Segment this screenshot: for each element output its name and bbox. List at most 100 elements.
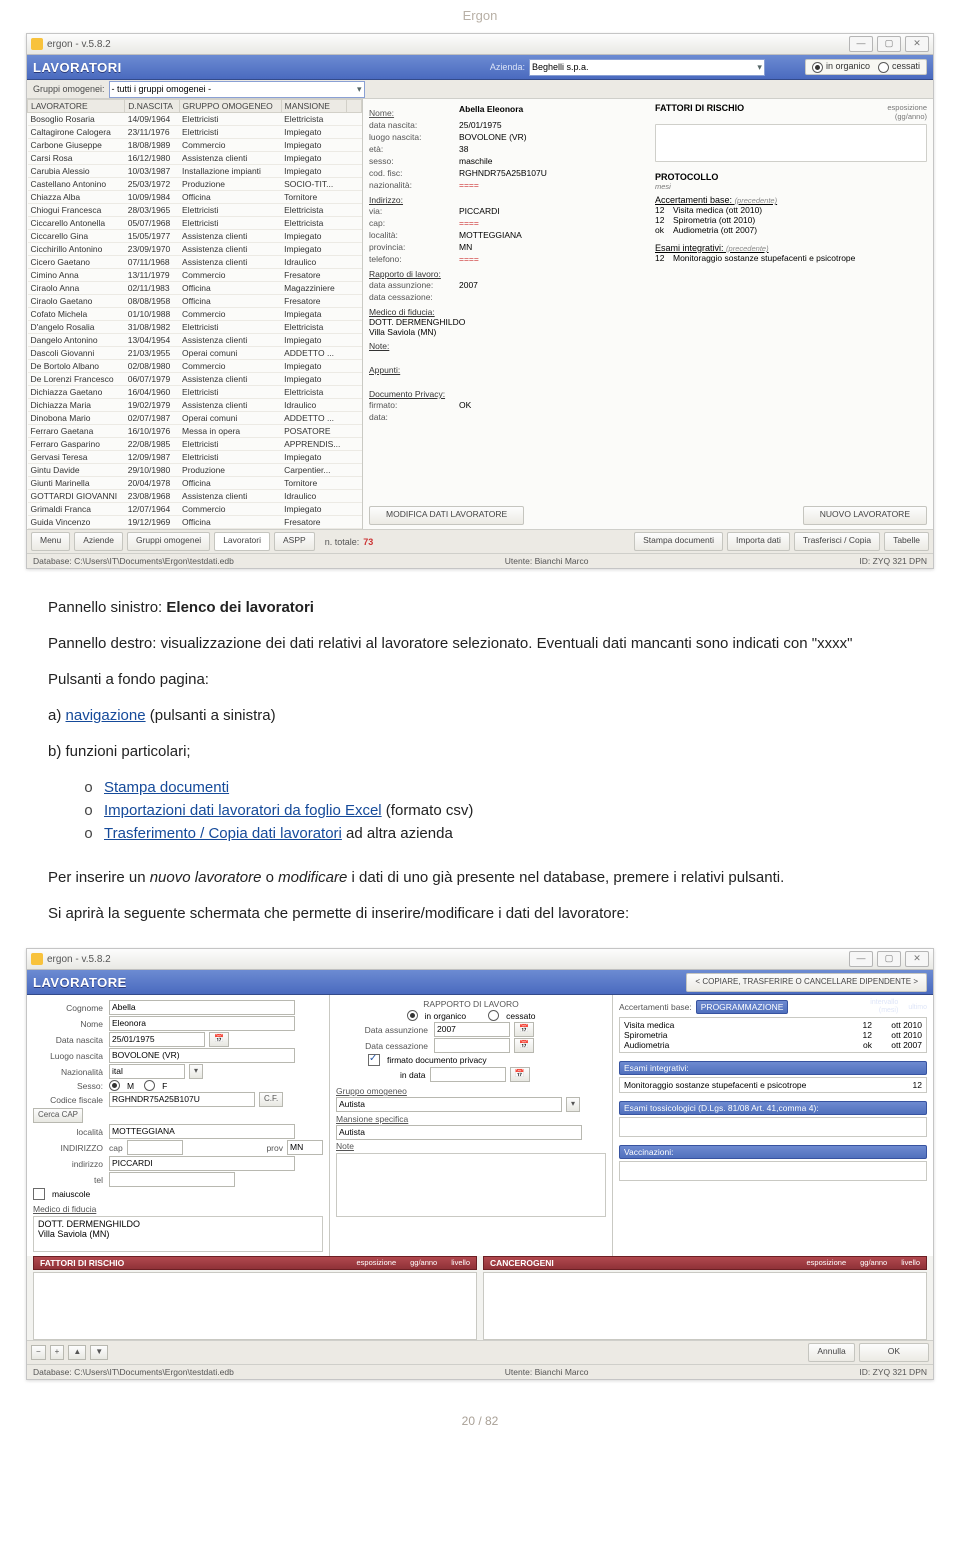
privacy-checkbox[interactable] — [368, 1054, 380, 1066]
calendar-icon[interactable]: 📅 — [510, 1067, 530, 1082]
list-add-icon[interactable]: + — [50, 1345, 65, 1360]
luogo-nascita-input[interactable]: BOVOLONE (VR) — [109, 1048, 295, 1063]
table-row[interactable]: Dangelo Antonino13/04/1954Assistenza cli… — [28, 334, 362, 347]
close-icon[interactable]: ✕ — [905, 36, 929, 52]
nuovo-button[interactable]: NUOVO LAVORATORE — [803, 506, 927, 525]
chevron-down-icon[interactable]: ▾ — [566, 1097, 580, 1112]
azienda-combo[interactable]: Beghelli s.p.a. ▾ — [529, 59, 765, 76]
minimize-icon[interactable]: — — [849, 951, 873, 967]
minimize-icon[interactable]: — — [849, 36, 873, 52]
table-row[interactable]: Dichiazza Maria19/02/1979Assistenza clie… — [28, 399, 362, 412]
table-header[interactable]: MANSIONE — [281, 100, 346, 113]
table-row[interactable]: Dascoli Giovanni21/03/1955Operai comuniA… — [28, 347, 362, 360]
programmazione-button[interactable]: PROGRAMMAZIONE — [696, 1000, 789, 1014]
radio-in-organico[interactable] — [812, 62, 823, 73]
link-importazioni[interactable]: Importazioni dati lavoratori da foglio E… — [104, 802, 382, 819]
table-row[interactable]: Gintu Davide29/10/1980ProduzioneCarpenti… — [28, 464, 362, 477]
maximize-icon[interactable]: ▢ — [877, 36, 901, 52]
table-row[interactable]: Carbone Giuseppe18/08/1989CommercioImpie… — [28, 139, 362, 152]
table-row[interactable]: Cimino Anna13/11/1979CommercioFresatore — [28, 269, 362, 282]
nazionalita-input[interactable]: ital — [109, 1064, 185, 1079]
data-cessazione-input[interactable] — [434, 1038, 510, 1053]
cf-button[interactable]: C.F. — [259, 1092, 283, 1107]
list-up-icon[interactable]: ▲ — [68, 1345, 86, 1360]
table-row[interactable]: Ciccarello Antonella05/07/1968Elettricis… — [28, 217, 362, 230]
table-row[interactable]: Carubia Alessio10/03/1987Installazione i… — [28, 165, 362, 178]
medico-box[interactable]: DOTT. DERMENGHILDO Villa Saviola (MN) — [33, 1216, 323, 1252]
lavoratori-button[interactable]: Lavoratori — [214, 532, 270, 551]
table-row[interactable]: Ferraro Gasparino22/08/1985ElettricistiA… — [28, 438, 362, 451]
ok-button[interactable]: OK — [859, 1343, 929, 1362]
indirizzo-input[interactable]: PICCARDI — [109, 1156, 295, 1171]
list-remove-icon[interactable]: − — [31, 1345, 46, 1360]
table-row[interactable]: Caltagirone Calogera23/11/1976Elettricis… — [28, 126, 362, 139]
table-row[interactable]: Chiogui Francesca28/03/1965ElettricistiE… — [28, 204, 362, 217]
link-stampa-documenti[interactable]: Stampa documenti — [104, 779, 229, 796]
data-assunzione-input[interactable]: 2007 — [434, 1022, 510, 1037]
table-row[interactable]: Dichiazza Gaetano16/04/1960ElettricistiE… — [28, 386, 362, 399]
cap-input[interactable] — [127, 1140, 183, 1155]
gruppo-combo[interactable]: Autista — [336, 1097, 562, 1112]
mansione-input[interactable]: Autista — [336, 1125, 582, 1140]
table-row[interactable]: Cicero Gaetano07/11/1968Assistenza clien… — [28, 256, 362, 269]
importa-button[interactable]: Importa dati — [727, 532, 790, 551]
close-icon[interactable]: ✕ — [905, 951, 929, 967]
link-navigazione[interactable]: navigazione — [66, 707, 146, 724]
copy-transfer-button[interactable]: < COPIARE, TRASFERIRE O CANCELLARE DIPEN… — [686, 973, 927, 992]
localita-input[interactable]: MOTTEGGIANA — [109, 1124, 295, 1139]
table-row[interactable]: Gervasi Teresa12/09/1987ElettricistiImpi… — [28, 451, 362, 464]
stampa-button[interactable]: Stampa documenti — [634, 532, 723, 551]
table-row[interactable]: De Lorenzi Francesco06/07/1979Assistenza… — [28, 373, 362, 386]
table-row[interactable]: De Bortolo Albano02/08/1980CommercioImpi… — [28, 360, 362, 373]
table-row[interactable]: Ciccarello Gina15/05/1977Assistenza clie… — [28, 230, 362, 243]
table-row[interactable]: Castellano Antonino25/03/1972ProduzioneS… — [28, 178, 362, 191]
table-row[interactable]: Guida Vincenzo19/12/1969OfficinaFresator… — [28, 516, 362, 529]
data-nascita-input[interactable]: 25/01/1975 — [109, 1032, 205, 1047]
table-row[interactable]: Cofato Michela01/10/1988CommercioImpiega… — [28, 308, 362, 321]
organico-radio-group[interactable]: in organico cessati — [805, 59, 927, 74]
cancerogeni-list[interactable] — [483, 1272, 927, 1340]
privacy-date-input[interactable] — [430, 1067, 506, 1082]
table-row[interactable]: Ciraolo Gaetano08/08/1958OfficinaFresato… — [28, 295, 362, 308]
table-row[interactable]: Ciraolo Anna02/11/1983OfficinaMagazzinie… — [28, 282, 362, 295]
calendar-icon[interactable]: 📅 — [514, 1038, 534, 1053]
sex-m-radio[interactable] — [109, 1080, 120, 1091]
nome-input[interactable]: Eleonora — [109, 1016, 295, 1031]
table-row[interactable]: Grimaldi Franca12/07/1964CommercioImpieg… — [28, 503, 362, 516]
maximize-icon[interactable]: ▢ — [877, 951, 901, 967]
sex-f-radio[interactable] — [144, 1080, 155, 1091]
table-header[interactable]: GRUPPO OMOGENEO — [179, 100, 281, 113]
menu-button[interactable]: Menu — [31, 532, 70, 551]
table-row[interactable]: Cicchirillo Antonino23/09/1970Assistenza… — [28, 243, 362, 256]
prov-input[interactable]: MN — [287, 1140, 323, 1155]
note-textarea[interactable] — [336, 1153, 606, 1217]
table-header[interactable]: D.NASCITA — [125, 100, 179, 113]
table-row[interactable]: Giunti Marinella20/04/1978OfficinaTornit… — [28, 477, 362, 490]
radio-cessati[interactable] — [878, 62, 889, 73]
fattori-rischio-list[interactable] — [33, 1272, 477, 1340]
table-row[interactable]: Carsi Rosa16/12/1980Assistenza clientiIm… — [28, 152, 362, 165]
workers-table[interactable]: LAVORATORED.NASCITAGRUPPO OMOGENEOMANSIO… — [27, 99, 362, 529]
chevron-down-icon[interactable]: ▾ — [189, 1064, 203, 1079]
trasferisci-button[interactable]: Trasferisci / Copia — [794, 532, 880, 551]
table-row[interactable]: Dinobona Mario02/07/1987Operai comuniADD… — [28, 412, 362, 425]
aziende-button[interactable]: Aziende — [74, 532, 123, 551]
calendar-icon[interactable]: 📅 — [209, 1032, 229, 1047]
in-organico-radio[interactable] — [407, 1010, 418, 1021]
tabelle-button[interactable]: Tabelle — [884, 532, 929, 551]
gruppi-button[interactable]: Gruppi omogenei — [127, 532, 210, 551]
cf-input[interactable]: RGHNDR75A25B107U — [109, 1092, 255, 1107]
maiuscole-checkbox[interactable] — [33, 1188, 45, 1200]
annulla-button[interactable]: Annulla — [808, 1343, 854, 1362]
table-row[interactable]: GOTTARDI GIOVANNI23/08/1968Assistenza cl… — [28, 490, 362, 503]
table-row[interactable]: Chiazza Alba10/09/1984OfficinaTornitore — [28, 191, 362, 204]
table-row[interactable]: Bosoglio Rosaria14/09/1964ElettricistiEl… — [28, 113, 362, 126]
modifica-button[interactable]: MODIFICA DATI LAVORATORE — [369, 506, 524, 525]
cessato-radio[interactable] — [488, 1010, 499, 1021]
cognome-input[interactable]: Abella — [109, 1000, 295, 1015]
table-row[interactable]: D'angelo Rosalia31/08/1982ElettricistiEl… — [28, 321, 362, 334]
calendar-icon[interactable]: 📅 — [514, 1022, 534, 1037]
table-row[interactable]: Ferraro Gaetana16/10/1976Messa in operaP… — [28, 425, 362, 438]
tel-input[interactable] — [109, 1172, 235, 1187]
groups-combo[interactable]: - tutti i gruppi omogenei - ▾ — [109, 81, 365, 98]
